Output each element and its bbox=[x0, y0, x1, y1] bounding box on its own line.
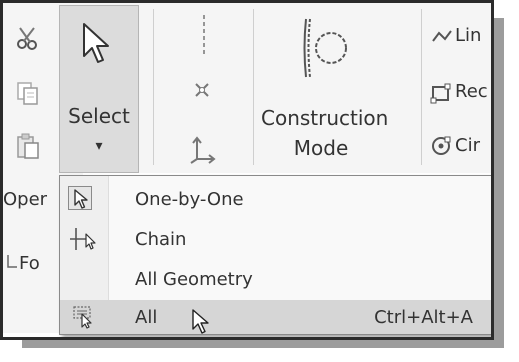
dashed-line-icon[interactable] bbox=[199, 13, 209, 57]
mouse-pointer-icon bbox=[192, 309, 209, 334]
select-button-label: Select bbox=[68, 104, 130, 128]
chain-select-icon bbox=[70, 228, 96, 250]
select-dropdown-menu: One-by-One Chain All Geometry All Ctrl+A… bbox=[59, 175, 491, 335]
screenshot-frame: Select ▾ Construction Mode Lin Rec Cir O… bbox=[0, 0, 494, 340]
copy-icon[interactable] bbox=[15, 80, 41, 106]
menu-item-label: All Geometry bbox=[135, 269, 253, 290]
circle-tool-label[interactable]: Cir bbox=[455, 135, 480, 156]
cut-icon[interactable] bbox=[15, 25, 41, 51]
line-icon[interactable] bbox=[431, 29, 453, 45]
menu-item-one-by-one[interactable]: One-by-One bbox=[60, 180, 491, 218]
point-icon[interactable] bbox=[191, 79, 213, 101]
select-cursor-icon bbox=[74, 189, 88, 209]
menu-item-label: Chain bbox=[135, 229, 187, 250]
select-button[interactable]: Select ▾ bbox=[59, 5, 139, 173]
construction-label-line1: Construction bbox=[261, 106, 389, 130]
tree-item-partial[interactable]: Fo bbox=[19, 253, 40, 274]
ribbon-separator bbox=[421, 9, 422, 165]
group-label-operations: Oper bbox=[3, 189, 48, 210]
paste-icon[interactable] bbox=[15, 132, 41, 160]
menu-item-label: One-by-One bbox=[135, 189, 244, 210]
folder-tree-icon bbox=[7, 255, 17, 268]
coordinate-system-icon[interactable] bbox=[187, 135, 217, 165]
rectangle-icon[interactable] bbox=[430, 82, 452, 104]
menu-item-label: All bbox=[135, 307, 158, 328]
rectangle-tool-label[interactable]: Rec bbox=[455, 81, 488, 102]
ribbon-separator bbox=[253, 9, 254, 165]
construction-mode-icon[interactable] bbox=[301, 15, 353, 81]
construction-mode-label[interactable]: Construction Mode bbox=[261, 103, 389, 163]
ribbon: Select ▾ Construction Mode Lin Rec Cir bbox=[3, 3, 491, 173]
select-all-icon bbox=[73, 306, 92, 329]
menu-item-all[interactable]: All Ctrl+Alt+A bbox=[60, 300, 491, 334]
line-tool-label[interactable]: Lin bbox=[455, 25, 481, 46]
menu-item-shortcut: Ctrl+Alt+A bbox=[374, 307, 473, 328]
chevron-down-icon: ▾ bbox=[95, 138, 103, 154]
menu-item-chain[interactable]: Chain bbox=[60, 220, 491, 258]
construction-label-line2: Mode bbox=[293, 136, 349, 160]
ribbon-separator bbox=[153, 9, 154, 165]
circle-icon[interactable] bbox=[430, 135, 452, 157]
menu-item-all-geometry[interactable]: All Geometry bbox=[60, 260, 491, 298]
arrow-cursor-icon bbox=[83, 23, 109, 63]
